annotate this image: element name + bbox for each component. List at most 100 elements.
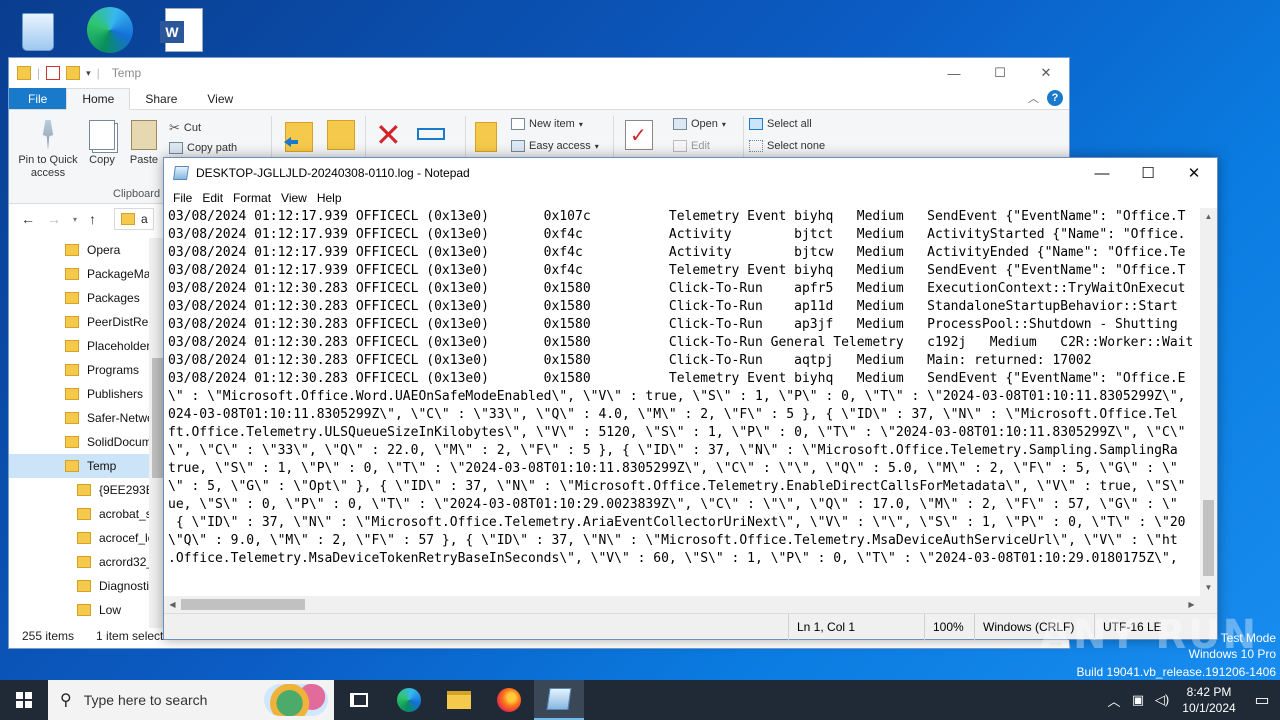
navigation-pane: Opera PackageMa Packages PeerDistRep Pla…: [9, 238, 149, 628]
maximize-button[interactable]: ☐: [1125, 158, 1171, 188]
nav-item-soliddocuments[interactable]: SolidDocum: [9, 430, 149, 454]
copy-path-button[interactable]: Copy path: [169, 142, 237, 154]
close-button[interactable]: ✕: [1023, 58, 1069, 88]
properties-icon[interactable]: [625, 120, 653, 150]
maximize-button[interactable]: ☐: [977, 58, 1023, 88]
scroll-down-icon[interactable]: ▼: [1200, 579, 1217, 596]
nav-item-acrocef-low[interactable]: acrocef_lo: [9, 526, 149, 550]
close-button[interactable]: ✕: [1171, 158, 1217, 188]
taskbar-firefox-button[interactable]: [484, 680, 534, 720]
volume-icon[interactable]: ◁): [1150, 692, 1174, 708]
item-count: 255 items: [22, 629, 75, 643]
copy-to-icon[interactable]: [327, 120, 355, 150]
cut-button[interactable]: ✂ Cut: [169, 120, 201, 136]
notepad-text-area[interactable]: 03/08/2024 01:12:17.939 OFFICECL (0x13e0…: [168, 208, 1199, 596]
pin-to-quick-access-button[interactable]: Pin to Quick access: [15, 120, 81, 180]
open-button[interactable]: Open ▾: [673, 118, 726, 130]
new-item-icon: [511, 118, 525, 130]
rename-icon[interactable]: [417, 120, 445, 150]
quick-access-dropdown-icon[interactable]: ▾: [86, 68, 91, 79]
start-button[interactable]: [0, 680, 48, 720]
horizontal-scroll-thumb[interactable]: [181, 599, 305, 610]
scroll-right-icon[interactable]: ▶: [1183, 596, 1200, 613]
taskbar-search-box[interactable]: ⚲ Type here to search: [48, 680, 334, 720]
clock-time: 8:42 PM: [1186, 685, 1232, 699]
folder-icon: [77, 508, 91, 520]
folder-icon: [121, 213, 136, 225]
folder-icon: [65, 268, 79, 280]
word-document-icon[interactable]: W: [160, 6, 208, 54]
taskbar-notepad-button[interactable]: [534, 680, 584, 720]
scroll-up-icon[interactable]: ▲: [1200, 208, 1217, 225]
folder-icon: [65, 436, 79, 448]
menu-file[interactable]: File: [168, 191, 197, 205]
edge-desktop-icon[interactable]: [86, 6, 134, 54]
show-hidden-icons-icon[interactable]: ︿: [1102, 691, 1126, 710]
edit-button[interactable]: Edit: [673, 140, 710, 152]
log-line: \" : 5, \"G\" : \"Opt\" }, { \"ID\" : 37…: [168, 479, 1186, 494]
scroll-left-icon[interactable]: ◀: [164, 596, 181, 613]
notepad-icon: [173, 166, 189, 180]
taskbar-edge-button[interactable]: [384, 680, 434, 720]
nav-item-programs[interactable]: Programs: [9, 358, 149, 382]
recycle-bin-icon[interactable]: [14, 8, 62, 56]
forward-arrow-icon[interactable]: →: [47, 211, 61, 227]
new-item-button[interactable]: New item ▾: [511, 118, 583, 130]
vertical-scroll-thumb[interactable]: [1203, 500, 1214, 576]
nav-item-acrobat-sbx[interactable]: acrobat_sb: [9, 502, 149, 526]
nav-item-low[interactable]: Low: [9, 598, 149, 622]
search-icon: ⚲: [60, 692, 72, 709]
nav-item-peerdistrepub[interactable]: PeerDistRep: [9, 310, 149, 334]
task-view-button[interactable]: [334, 680, 384, 720]
help-icon[interactable]: ?: [1047, 90, 1063, 106]
tab-file[interactable]: File: [9, 88, 67, 109]
tab-view[interactable]: View: [192, 88, 248, 109]
nav-item-packagemanager[interactable]: PackageMa: [9, 262, 149, 286]
nav-item-packages[interactable]: Packages: [9, 286, 149, 310]
new-folder-icon[interactable]: [475, 122, 497, 152]
menu-view[interactable]: View: [276, 191, 312, 205]
tab-share[interactable]: Share: [130, 88, 192, 109]
clipboard-group-label: Clipboard: [113, 188, 161, 200]
taskbar-explorer-button[interactable]: [434, 680, 484, 720]
delete-icon[interactable]: ✕: [375, 119, 403, 151]
back-arrow-icon[interactable]: ←: [21, 211, 35, 227]
scissors-icon: ✂: [169, 120, 180, 135]
nav-item-acrord32-sbx[interactable]: acrord32_s: [9, 550, 149, 574]
log-line: \" : \"Microsoft.Office.Word.UAEOnSafeMo…: [168, 389, 1186, 404]
network-icon[interactable]: ▣: [1126, 692, 1150, 708]
nav-item-safer-networking[interactable]: Safer-Netwo: [9, 406, 149, 430]
new-folder-quick-icon[interactable]: [66, 66, 81, 80]
paste-button[interactable]: Paste: [127, 120, 161, 167]
nav-item-placeholder[interactable]: Placeholder: [9, 334, 149, 358]
address-bar[interactable]: a: [114, 208, 155, 230]
nav-item-publishers[interactable]: Publishers: [9, 382, 149, 406]
navigation-bar: ← → ▾ ↑ a: [9, 204, 169, 234]
log-line: 03/08/2024 01:12:30.283 OFFICECL (0x13e0…: [168, 335, 1194, 350]
nav-item-diagnostic[interactable]: Diagnostic: [9, 574, 149, 598]
horizontal-scrollbar[interactable]: ◀ ▶: [164, 596, 1200, 613]
minimize-button[interactable]: —: [931, 58, 977, 88]
recent-locations-icon[interactable]: ▾: [73, 215, 77, 224]
select-none-button[interactable]: Select none: [749, 140, 825, 152]
properties-quick-icon[interactable]: [46, 66, 61, 80]
nav-item-temp[interactable]: Temp: [9, 454, 149, 478]
menu-help[interactable]: Help: [312, 191, 347, 205]
minimize-button[interactable]: —: [1079, 158, 1125, 188]
clock[interactable]: 8:42 PM 10/1/2024: [1174, 684, 1244, 716]
select-all-button[interactable]: Select all: [749, 118, 812, 130]
nav-item-guid-folder[interactable]: {9EE293E3-: [9, 478, 149, 502]
collapse-ribbon-icon[interactable]: ︿: [1028, 90, 1039, 106]
folder-icon: [77, 604, 91, 616]
copy-path-icon: [169, 142, 183, 154]
tab-home[interactable]: Home: [66, 88, 131, 110]
vertical-scrollbar[interactable]: ▲ ▼: [1200, 208, 1217, 596]
copy-button[interactable]: Copy: [85, 120, 119, 167]
menu-edit[interactable]: Edit: [197, 191, 228, 205]
easy-access-button[interactable]: Easy access ▾: [511, 140, 599, 152]
notifications-icon[interactable]: ▭: [1244, 680, 1280, 720]
menu-format[interactable]: Format: [228, 191, 276, 205]
move-to-icon[interactable]: [285, 122, 313, 152]
nav-item-opera[interactable]: Opera: [9, 238, 149, 262]
up-arrow-icon[interactable]: ↑: [89, 211, 96, 227]
